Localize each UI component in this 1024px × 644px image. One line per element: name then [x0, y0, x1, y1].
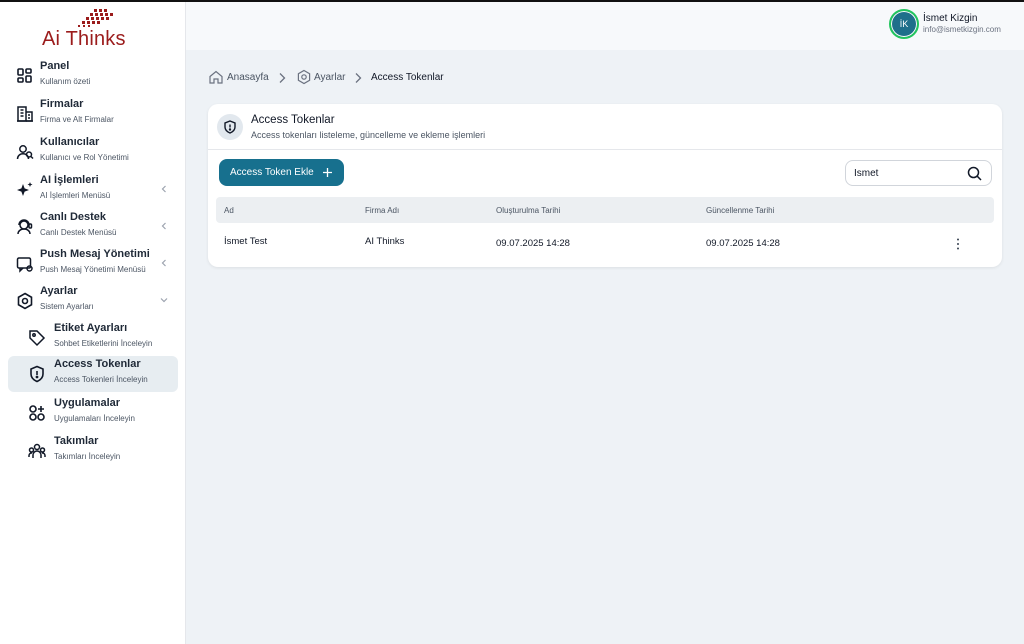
sparkle-icon	[17, 182, 33, 196]
more-vertical-icon[interactable]	[953, 237, 963, 251]
sidebar-item-uygulamalar[interactable]: Uygulamalar Uygulamaları İnceleyin	[8, 395, 178, 431]
breadcrumb-home[interactable]: Anasayfa	[227, 72, 269, 83]
sidebar-item-desc: Uygulamaları İnceleyin	[54, 414, 135, 423]
sidebar-item-panel[interactable]: Panel Kullanım özeti	[8, 58, 178, 94]
sidebar-item-label: Firmalar	[40, 98, 84, 110]
column-header-ad[interactable]: Ad	[224, 206, 234, 215]
sidebar-item-desc: Kullanım özeti	[40, 77, 91, 86]
search-icon[interactable]	[967, 166, 982, 181]
home-icon	[209, 70, 223, 84]
sidebar-item-label: Push Mesaj Yönetimi	[40, 248, 150, 260]
sidebar-item-label: Ayarlar	[40, 285, 78, 297]
chevron-left-icon	[161, 222, 166, 230]
column-header-olusturulma[interactable]: Oluşturulma Tarihi	[496, 206, 560, 215]
add-button-label: Access Token Ekle	[230, 167, 314, 178]
sidebar-item-desc: Sohbet Etiketlerini İnceleyin	[54, 339, 153, 348]
logo-mark-icon	[78, 9, 113, 27]
sidebar-item-desc: Push Mesaj Yönetimi Menüsü	[40, 265, 146, 274]
plus-icon	[323, 168, 332, 177]
sidebar-item-push-mesaj[interactable]: Push Mesaj Yönetimi Push Mesaj Yönetimi …	[8, 246, 178, 282]
avatar[interactable]: İK	[889, 9, 919, 39]
chevron-down-icon	[160, 298, 168, 303]
users-icon	[16, 145, 34, 160]
card-header: Access Tokenlar Access tokenları listele…	[208, 104, 1002, 150]
sidebar-item-desc: Firma ve Alt Firmalar	[40, 115, 114, 124]
sidebar-item-label: AI İşlemleri	[40, 174, 99, 186]
cell-firma: AI Thinks	[365, 236, 405, 247]
breadcrumb-settings[interactable]: Ayarlar	[314, 72, 346, 83]
top-header: İK İsmet Kizgin info@ismetkizgin.com	[186, 2, 1024, 50]
cell-olusturulma: 09.07.2025 14:28	[496, 238, 570, 249]
sidebar-item-desc: Sistem Ayarları	[40, 302, 94, 311]
breadcrumb: Anasayfa Ayarlar Access Tokenlar	[208, 68, 608, 88]
sidebar-item-firmalar[interactable]: Firmalar Firma ve Alt Firmalar	[8, 96, 178, 132]
access-tokens-card: Access Tokenlar Access tokenları listele…	[208, 104, 1002, 267]
sidebar-item-etiket-ayarlari[interactable]: Etiket Ayarları Sohbet Etiketlerini İnce…	[8, 320, 178, 356]
sidebar-item-access-tokenlar[interactable]: Access Tokenlar Access Tokenleri İnceley…	[8, 356, 178, 392]
sidebar-item-ayarlar[interactable]: Ayarlar Sistem Ayarları	[8, 283, 178, 319]
page-subtitle: Access tokenları listeleme, güncelleme v…	[251, 130, 486, 140]
building-icon	[17, 106, 33, 122]
dashboard-icon	[17, 68, 32, 83]
team-icon	[28, 443, 46, 458]
chevron-left-icon	[161, 185, 166, 193]
breadcrumb-current: Access Tokenlar	[371, 72, 444, 83]
sidebar-item-takimlar[interactable]: Takımlar Takımları İnceleyin	[8, 433, 178, 469]
sidebar-item-label: Panel	[40, 60, 70, 72]
user-email: info@ismetkizgin.com	[923, 25, 1001, 34]
sidebar-item-kullanicilar[interactable]: Kullanıcılar Kullanıcı ve Rol Yönetimi	[8, 134, 178, 170]
sidebar-item-desc: Canlı Destek Menüsü	[40, 228, 117, 237]
apps-icon	[29, 405, 45, 421]
sidebar-item-label: Kullanıcılar	[40, 136, 100, 148]
user-name: İsmet Kizgin	[923, 13, 978, 24]
table-header: Ad Firma Adı Oluşturulma Tarihi Güncelle…	[216, 197, 994, 223]
sidebar-item-label: Etiket Ayarları	[54, 322, 128, 334]
sidebar-item-label: Takımlar	[54, 435, 99, 447]
search-input[interactable]	[854, 166, 964, 181]
logo[interactable]: Ai Thinks	[42, 8, 142, 50]
search-box	[845, 160, 992, 186]
cell-guncellenme: 09.07.2025 14:28	[706, 238, 780, 249]
sidebar-item-label: Canlı Destek	[40, 211, 107, 223]
tag-icon	[29, 330, 46, 347]
chevron-right-icon	[279, 73, 286, 83]
sidebar-item-label: Access Tokenlar	[54, 358, 141, 370]
sidebar: Ai Thinks Panel Kullanım özeti Firmalar …	[0, 2, 186, 644]
sidebar-item-desc: Takımları İnceleyin	[54, 452, 121, 461]
cell-ad: İsmet Test	[224, 236, 268, 247]
sidebar-item-desc: Access Tokenleri İnceleyin	[54, 375, 148, 384]
page-title: Access Tokenlar	[251, 114, 335, 126]
sidebar-item-ai-islemleri[interactable]: AI İşlemleri AI İşlemleri Menüsü	[8, 172, 178, 208]
table-row[interactable]: İsmet Test AI Thinks 09.07.2025 14:28 09…	[216, 228, 994, 258]
column-header-firma[interactable]: Firma Adı	[365, 206, 399, 215]
sidebar-item-label: Uygulamalar	[54, 397, 121, 409]
support-icon	[17, 219, 33, 235]
column-header-guncellenme[interactable]: Güncellenme Tarihi	[706, 206, 774, 215]
sidebar-item-desc: Kullanıcı ve Rol Yönetimi	[40, 153, 129, 162]
sidebar-item-canli-destek[interactable]: Canlı Destek Canlı Destek Menüsü	[8, 209, 178, 245]
shield-icon	[30, 365, 44, 383]
message-icon	[16, 257, 33, 273]
chevron-right-icon	[355, 73, 362, 83]
sidebar-item-desc: AI İşlemleri Menüsü	[40, 191, 111, 200]
settings-icon	[297, 69, 311, 85]
logo-text: Ai Thinks	[42, 28, 126, 50]
chevron-left-icon	[161, 259, 166, 267]
settings-icon	[17, 292, 33, 310]
shield-icon	[224, 120, 236, 134]
card-icon-badge	[217, 114, 243, 140]
add-access-token-button[interactable]: Access Token Ekle	[219, 159, 344, 186]
